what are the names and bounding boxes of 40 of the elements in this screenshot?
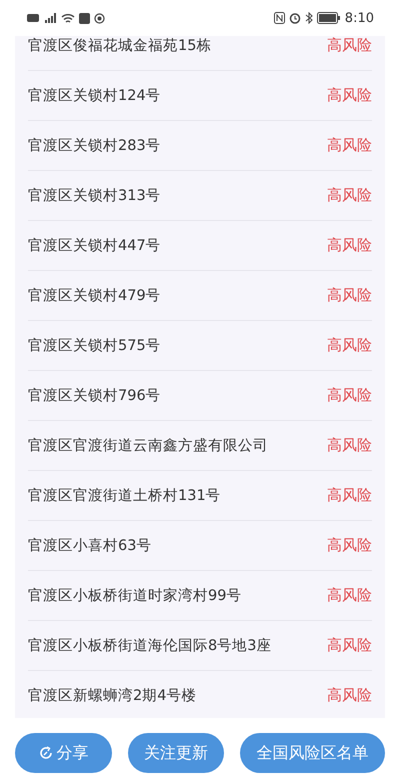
risk-level: 高风险: [327, 136, 372, 155]
share-button[interactable]: 分享: [15, 733, 112, 773]
wifi-icon: [61, 12, 75, 24]
area-name: 官渡区官渡街道云南鑫方盛有限公司: [28, 436, 268, 455]
risk-level: 高风险: [327, 436, 372, 455]
area-name: 官渡区关锁村575号: [28, 336, 161, 355]
alarm-icon: [288, 12, 301, 24]
risk-level: 高风险: [327, 36, 372, 54]
area-name: 官渡区关锁村124号: [28, 86, 161, 105]
risk-level: 高风险: [327, 86, 372, 105]
risk-level: 高风险: [327, 536, 372, 555]
area-name: 官渡区关锁村479号: [28, 286, 161, 305]
area-name: 官渡区关锁村313号: [28, 186, 161, 205]
location-icon: [94, 12, 105, 24]
area-name: 官渡区关锁村447号: [28, 236, 161, 255]
area-name: 官渡区新螺蛳湾2期4号楼: [28, 686, 196, 705]
area-name: 官渡区俊福花城金福苑15栋: [28, 36, 212, 54]
action-button[interactable]: 全国风险区名单: [240, 733, 386, 773]
risk-level: 高风险: [327, 686, 372, 705]
area-name: 官渡区小板桥街道海伦国际8号地3座: [28, 636, 272, 655]
risk-level: 高风险: [327, 636, 372, 655]
risk-level: 高风险: [327, 186, 372, 205]
clock-time: 8:10: [344, 10, 374, 26]
risk-level: 高风险: [327, 486, 372, 505]
signal-icon: [43, 13, 57, 23]
area-name: 官渡区关锁村283号: [28, 136, 161, 155]
risk-level: 高风险: [327, 286, 372, 305]
risk-level: 高风险: [327, 386, 372, 405]
area-name: 官渡区关锁村796号: [28, 386, 161, 405]
risk-level: 高风险: [327, 586, 372, 605]
area-name: 官渡区小板桥街道时家湾村99号: [28, 586, 242, 605]
risk-level: 高风险: [327, 236, 372, 255]
share-icon: [38, 745, 54, 761]
nfc-icon: [274, 12, 285, 24]
battery-icon: [316, 12, 341, 24]
bluetooth-icon: [304, 12, 313, 24]
area-name: 官渡区官渡街道土桥村131号: [28, 486, 221, 505]
action-button[interactable]: 关注更新: [128, 733, 224, 773]
risk-level: 高风险: [327, 336, 372, 355]
area-name: 官渡区小喜村63号: [28, 536, 152, 555]
